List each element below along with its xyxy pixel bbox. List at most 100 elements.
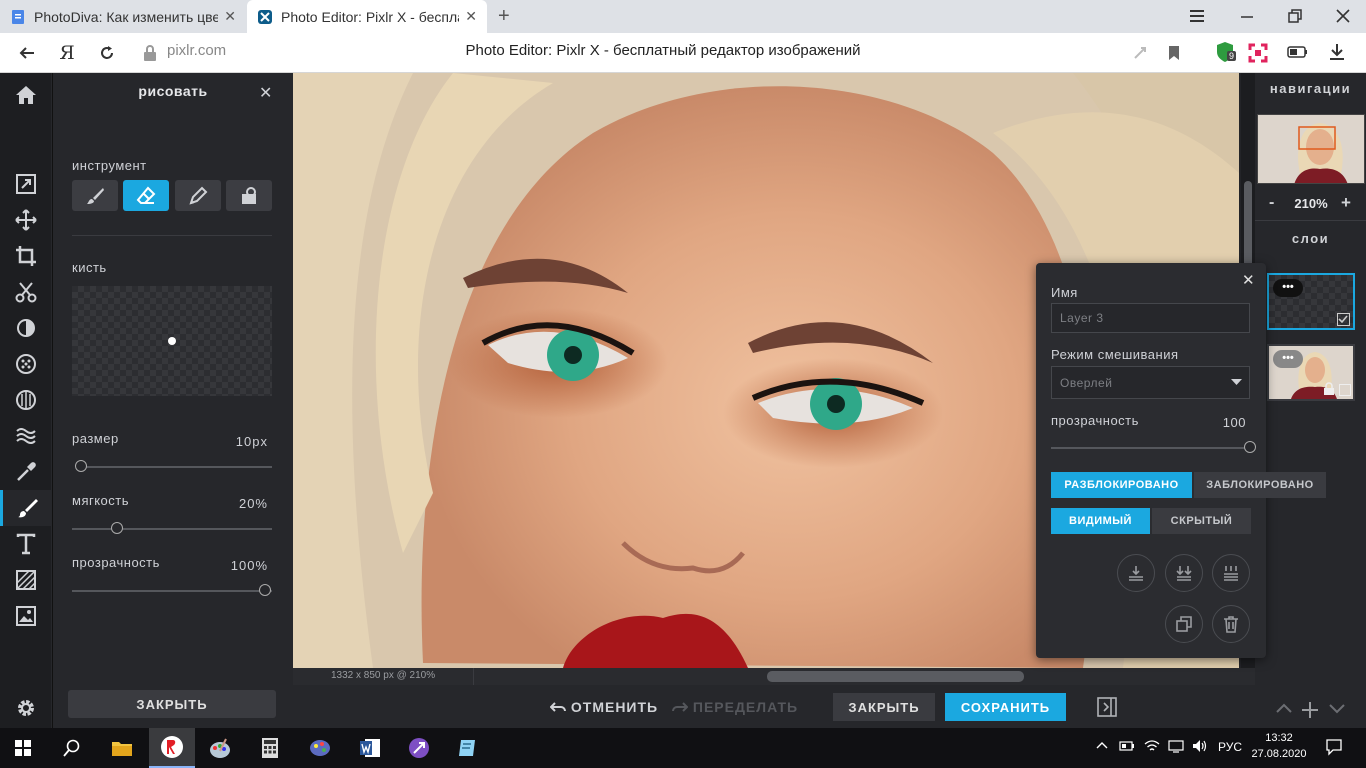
horizontal-scroll-thumb[interactable] [767,671,1024,682]
flatten-button[interactable] [1212,554,1250,592]
pencil-tool-button[interactable] [175,180,221,211]
battery-icon[interactable] [1287,45,1309,59]
clone-tool-button[interactable] [226,180,272,211]
tool-elements[interactable] [0,562,51,598]
browser-tab-photodiva[interactable]: PhotoDiva: Как изменить цве ✕ [0,0,246,33]
duplicate-layer-button[interactable] [1165,605,1203,643]
size-value: 10px [235,434,268,449]
settings-button[interactable] [0,690,51,726]
minimize-icon[interactable] [1238,8,1256,24]
tool-filter[interactable] [0,346,51,382]
navigation-thumbnail[interactable] [1257,114,1365,184]
tray-volume-icon[interactable] [1192,739,1208,753]
eraser-tool-button[interactable] [123,180,169,211]
zoom-in-button[interactable]: + [1341,193,1351,213]
zoom-value[interactable]: 210% [1283,196,1339,211]
size-slider-knob[interactable] [75,460,87,472]
chevron-down-icon [1231,379,1242,386]
softness-slider-track[interactable] [72,528,272,530]
visibility-checkbox[interactable] [1337,313,1350,326]
menu-icon[interactable] [1188,8,1206,24]
hidden-toggle[interactable]: СКРЫТЫЙ [1152,508,1251,534]
redo-button[interactable]: ПЕРЕДЕЛАТЬ [671,693,798,721]
download-icon[interactable] [1328,42,1346,62]
size-slider-track[interactable] [81,466,272,468]
add-layer-icon[interactable] [1301,701,1319,719]
layer-opacity-knob[interactable] [1244,441,1256,453]
taskbar-paint[interactable] [197,728,243,768]
taskbar-calculator[interactable] [247,728,293,768]
zoom-out-button[interactable]: - [1269,194,1274,212]
screenshot-extension-icon[interactable] [1248,43,1268,63]
undo-button[interactable]: ОТМЕНИТЬ [548,693,660,721]
protect-icon[interactable] [1132,45,1148,61]
close-button[interactable]: ЗАКРЫТЬ [833,693,935,721]
tray-language[interactable]: РУС [1218,740,1242,754]
delete-layer-button[interactable] [1212,605,1250,643]
layer-menu-icon[interactable]: ••• [1273,279,1303,297]
visibility-checkbox[interactable] [1339,384,1351,396]
brush-tool-button[interactable] [72,180,118,211]
taskbar-notes[interactable] [444,728,490,768]
tray-chevron-up-icon[interactable] [1096,740,1108,750]
tool-arrange[interactable] [0,166,51,202]
blend-mode-select[interactable]: Оверлей [1051,366,1250,399]
tool-move[interactable] [0,202,51,238]
undo-label: ОТМЕНИТЬ [570,699,659,715]
layer-menu-icon[interactable]: ••• [1273,350,1303,368]
layer-opacity-track[interactable] [1051,447,1250,449]
softness-slider-knob[interactable] [111,522,123,534]
taskbar-file-explorer[interactable] [99,728,145,768]
start-button[interactable] [0,728,46,768]
taskbar-yandex-browser[interactable] [149,728,195,768]
close-window-icon[interactable] [1334,7,1352,25]
opacity-slider-track[interactable] [72,590,272,592]
taskbar-tor-browser[interactable] [396,728,442,768]
toggle-panel-icon[interactable] [1097,697,1117,717]
move-layer-down-icon[interactable] [1328,701,1346,715]
search-button[interactable] [49,728,95,768]
close-popup-icon[interactable]: ✕ [1242,271,1255,289]
tray-network-icon[interactable] [1168,739,1184,753]
yandex-browser-icon [160,735,184,759]
move-layer-up-icon[interactable] [1275,701,1293,715]
tool-liquify[interactable] [0,418,51,454]
layer-item-background[interactable]: ••• [1267,344,1355,401]
tray-wifi-icon[interactable] [1144,739,1160,753]
layer-name-input[interactable]: Layer 3 [1051,303,1250,333]
brush-preview[interactable] [72,286,272,396]
tool-draw[interactable] [0,490,51,526]
save-button[interactable]: СОХРАНИТЬ [945,693,1066,721]
tray-battery-icon[interactable] [1119,740,1135,752]
tool-text[interactable] [0,526,51,562]
layer-item-active[interactable]: ••• [1267,273,1355,330]
tool-effect[interactable] [0,382,51,418]
home-button[interactable] [0,77,51,113]
adblock-extension-icon[interactable]: 9 [1215,41,1241,65]
tool-adjust[interactable] [0,310,51,346]
tool-add-image[interactable] [0,598,51,634]
tool-retouch[interactable] [0,454,51,490]
browser-tab-pixlr[interactable]: Photo Editor: Pixlr X - беспла ✕ [247,0,487,33]
new-tab-button[interactable]: + [498,5,510,28]
locked-toggle[interactable]: ЗАБЛОКИРОВАНО [1194,472,1326,498]
visible-toggle[interactable]: ВИДИМЫЙ [1051,508,1150,534]
close-draw-button[interactable]: ЗАКРЫТЬ [68,690,276,718]
flatten-icon [1222,564,1240,582]
taskbar-word[interactable] [347,728,393,768]
unlocked-toggle[interactable]: РАЗБЛОКИРОВАНО [1051,472,1192,498]
tool-crop[interactable] [0,238,51,274]
merge-down-button[interactable] [1117,554,1155,592]
close-tab-icon[interactable]: ✕ [465,8,477,25]
merge-visible-button[interactable] [1165,554,1203,592]
tray-time[interactable]: 13:32 [1250,732,1308,744]
bookmark-icon[interactable] [1167,44,1181,62]
taskbar-photo-app[interactable] [297,728,343,768]
tray-date[interactable]: 27.08.2020 [1248,748,1310,760]
close-panel-icon[interactable]: ✕ [259,83,272,103]
close-tab-icon[interactable]: ✕ [224,8,236,25]
tool-cutout[interactable] [0,274,51,310]
restore-icon[interactable] [1286,8,1304,24]
opacity-slider-knob[interactable] [259,584,271,596]
notification-center-icon[interactable] [1325,738,1343,756]
